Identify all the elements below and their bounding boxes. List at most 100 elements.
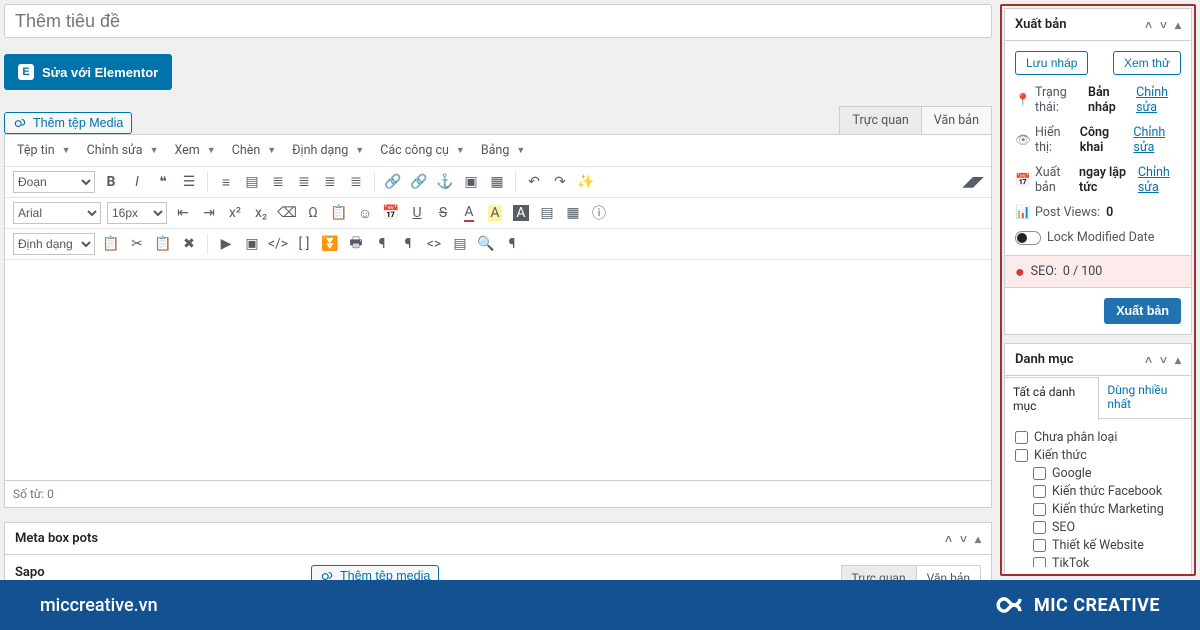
divider-icon[interactable]: ☰ [179, 172, 199, 192]
cat-tab-used[interactable]: Dùng nhiều nhất [1099, 376, 1191, 419]
format-select[interactable]: Đoạn [13, 171, 95, 193]
cat-item[interactable]: Kiến thức [1015, 448, 1173, 463]
help-icon[interactable]: ⓘ [589, 203, 609, 223]
find-icon[interactable]: 🔍 [476, 234, 496, 254]
cat-item[interactable]: Kiến thức Marketing [1033, 502, 1173, 517]
bg-color-icon[interactable]: A [485, 203, 505, 223]
paste2-icon[interactable]: 📋 [153, 234, 173, 254]
align-justify-icon[interactable]: ≣ [346, 172, 366, 192]
align-right-icon[interactable]: ≣ [320, 172, 340, 192]
category-list[interactable]: Chưa phân loại Kiến thức Google Kiến thứ… [1015, 427, 1181, 567]
italic-icon[interactable]: I [127, 172, 147, 192]
rtl-icon[interactable]: ¶ [398, 234, 418, 254]
chevron-up-icon[interactable]: ˄ [1145, 18, 1152, 32]
cat-tab-all[interactable]: Tất cả danh mục [1005, 377, 1099, 420]
pilcrow-icon[interactable]: ¶ [502, 234, 522, 254]
font-select[interactable]: Arial [13, 202, 101, 224]
bold-icon[interactable]: B [101, 172, 121, 192]
chevron-down-icon[interactable]: ˅ [960, 532, 967, 546]
link-icon[interactable]: 🔗 [383, 172, 403, 192]
media-icon[interactable]: ▣ [242, 234, 262, 254]
outdent-icon[interactable]: ⇤ [173, 203, 193, 223]
word-count: Số từ: 0 [4, 481, 992, 508]
quote-icon[interactable]: ❝ [153, 172, 173, 192]
collapse-icon[interactable]: ▴ [1175, 18, 1181, 32]
lock-modified-toggle[interactable] [1015, 231, 1041, 245]
expand-icon[interactable]: ⏬ [320, 234, 340, 254]
table-icon[interactable]: ▦ [487, 172, 507, 192]
cat-item[interactable]: Thiết kế Website [1033, 538, 1173, 553]
menu-file[interactable]: Tệp tin▼ [13, 141, 79, 160]
edit-schedule-link[interactable]: Chỉnh sửa [1138, 165, 1181, 195]
menu-edit[interactable]: Chỉnh sửa▼ [83, 141, 167, 160]
cat-item[interactable]: Kiến thức Facebook [1033, 484, 1173, 499]
number-list-icon[interactable]: ▤ [242, 172, 262, 192]
strike-icon[interactable]: S [433, 203, 453, 223]
edit-with-elementor-button[interactable]: ESửa với Elementor [4, 54, 172, 90]
content-area[interactable] [5, 260, 991, 480]
eraser-icon[interactable]: ⌫ [277, 203, 297, 223]
undo-icon[interactable]: ↶ [524, 172, 544, 192]
add-category-link[interactable]: + Thêm danh mục [1015, 575, 1115, 576]
chevron-up-icon[interactable]: ˄ [1145, 353, 1152, 367]
emoji-icon[interactable]: ☺ [355, 203, 375, 223]
ltr-icon[interactable]: ¶ [372, 234, 392, 254]
preview-button[interactable]: Xem thử [1113, 51, 1181, 75]
menu-format[interactable]: Định dạng▼ [288, 141, 372, 160]
unlink-icon[interactable]: 🔗 [409, 172, 429, 192]
collapse-icon[interactable]: ▴ [975, 532, 981, 546]
menu-view[interactable]: Xem▼ [170, 141, 223, 160]
print-icon[interactable]: 🖶 [346, 234, 366, 254]
image-icon[interactable]: ▣ [461, 172, 481, 192]
chevron-down-icon[interactable]: ˅ [1160, 353, 1167, 367]
superscript-icon[interactable]: x² [225, 203, 245, 223]
elementor-icon: E [18, 64, 34, 80]
align-center-icon[interactable]: ≣ [294, 172, 314, 192]
cat-item[interactable]: TikTok [1033, 556, 1173, 567]
font-size-select[interactable]: 16px [107, 202, 167, 224]
remove-format-icon[interactable]: ✖ [179, 234, 199, 254]
menu-table[interactable]: Bảng▼ [477, 141, 533, 160]
underline-icon[interactable]: U [407, 203, 427, 223]
save-draft-button[interactable]: Lưu nháp [1015, 51, 1088, 75]
post-title-input[interactable] [4, 4, 992, 38]
align-left-icon[interactable]: ≣ [268, 172, 288, 192]
bullet-list-icon[interactable]: ≡ [216, 172, 236, 192]
cut-icon[interactable]: ✂ [127, 234, 147, 254]
tab-visual[interactable]: Trực quan [840, 107, 920, 134]
shortcode-icon[interactable]: [ ] [294, 234, 314, 254]
anchor-icon[interactable]: ⚓ [435, 172, 455, 192]
tab-text[interactable]: Văn bản [921, 107, 991, 134]
collapse-icon[interactable]: ▴ [1175, 353, 1181, 367]
toc-icon[interactable]: ▤ [450, 234, 470, 254]
menu-insert[interactable]: Chèn▼ [228, 141, 284, 160]
date-icon[interactable]: 📅 [381, 203, 401, 223]
chevron-down-icon[interactable]: ˅ [1160, 18, 1167, 32]
source-icon[interactable]: <> [424, 234, 444, 254]
format2-select[interactable]: Định dạng [13, 233, 95, 255]
columns-icon[interactable]: ▤ [537, 203, 557, 223]
editor-column: ESửa với Elementor Thêm tệp Media Trực q… [0, 0, 1000, 580]
copy-icon[interactable]: 📋 [101, 234, 121, 254]
cat-item[interactable]: Google [1033, 466, 1173, 481]
redo-icon[interactable]: ↷ [550, 172, 570, 192]
add-media-button[interactable]: Thêm tệp Media [4, 112, 132, 134]
text-color-icon[interactable]: A [459, 203, 479, 223]
cat-item[interactable]: SEO [1033, 520, 1173, 535]
subscript-icon[interactable]: x₂ [251, 203, 271, 223]
edit-status-link[interactable]: Chỉnh sửa [1136, 85, 1181, 115]
fullscreen-icon[interactable]: ◢◤ [963, 172, 983, 192]
code-icon[interactable]: </> [268, 234, 288, 254]
edit-visibility-link[interactable]: Chỉnh sửa [1133, 125, 1181, 155]
video-icon[interactable]: ▶ [216, 234, 236, 254]
paste-icon[interactable]: 📋 [329, 203, 349, 223]
publish-button[interactable]: Xuất bản [1104, 298, 1181, 324]
indent-icon[interactable]: ⇥ [199, 203, 219, 223]
cat-item[interactable]: Chưa phân loại [1015, 430, 1173, 445]
grid-icon[interactable]: ▦ [563, 203, 583, 223]
menu-tools[interactable]: Các công cụ▼ [376, 141, 473, 160]
highlight-icon[interactable]: A [511, 203, 531, 223]
omega-icon[interactable]: Ω [303, 203, 323, 223]
wand-icon[interactable]: ✨ [576, 172, 596, 192]
chevron-up-icon[interactable]: ˄ [945, 532, 952, 546]
